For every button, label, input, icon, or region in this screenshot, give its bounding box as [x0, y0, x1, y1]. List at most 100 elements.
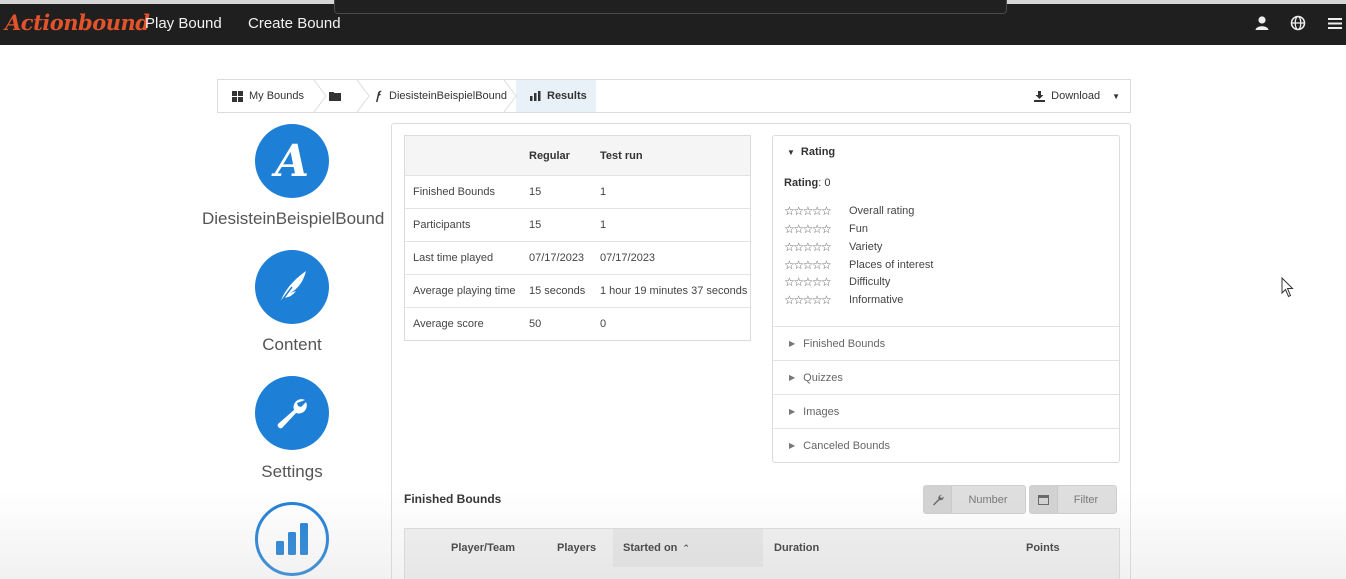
breadcrumb-folder[interactable] [329, 80, 347, 112]
sidebar-settings-button[interactable] [255, 376, 329, 450]
rating-row-places: ☆☆☆☆☆ Places of interest [784, 257, 933, 273]
caret-down-icon: ▼ [1112, 91, 1120, 101]
star-rating[interactable]: ☆☆☆☆☆ [784, 293, 842, 307]
table-row: Finished Bounds 15 1 [405, 175, 750, 208]
sidebar-settings-label: Settings [261, 462, 323, 481]
stats-table: Regular Test run Finished Bounds 15 1 Pa… [404, 135, 751, 341]
wrench-icon [277, 399, 307, 429]
caret-down-icon: ▼ [787, 147, 795, 157]
rating-row-variety: ☆☆☆☆☆ Variety [784, 239, 882, 255]
stats-regular: 15 [529, 219, 542, 231]
star-rating[interactable]: ☆☆☆☆☆ [784, 258, 842, 272]
accordion-quizzes[interactable]: ▶ Quizzes [773, 360, 1119, 394]
column-duration[interactable]: Duration [774, 529, 819, 567]
accordion-finished-bounds[interactable]: ▶ Finished Bounds [773, 326, 1119, 360]
star-rating[interactable]: ☆☆☆☆☆ [784, 240, 842, 254]
wrench-icon [924, 486, 952, 513]
stats-testrun: 1 [600, 219, 607, 231]
stats-regular: 07/17/2023 [529, 252, 585, 264]
breadcrumb: My Bounds DiesisteinBeispielBound Result… [217, 79, 1131, 113]
accordion-label: Finished Bounds [803, 337, 886, 350]
stats-regular: 50 [529, 318, 542, 330]
top-navbar: Actionbound Play Bound Create Bound [0, 0, 1346, 45]
bar-chart-icon [276, 523, 308, 555]
table-row: Participants 15 1 [405, 208, 750, 241]
sort-ascending-icon: ⌃ [682, 542, 690, 553]
table-row: Average score 50 0 [405, 307, 750, 340]
rating-row-overall: ☆☆☆☆☆ Overall rating [784, 203, 914, 219]
column-label: Started on [623, 542, 678, 554]
download-icon [1034, 90, 1046, 102]
star-rating[interactable]: ☆☆☆☆☆ [784, 204, 842, 218]
accordion-label: Canceled Bounds [803, 439, 890, 452]
caret-right-icon: ▶ [789, 407, 796, 416]
column-player-team[interactable]: Player/Team [451, 529, 515, 567]
sidebar-content-button[interactable] [255, 250, 329, 324]
stats-label: Average playing time [413, 285, 516, 297]
rating-toggle[interactable]: ▼ Rating [787, 146, 835, 158]
stats-testrun: 1 [600, 186, 607, 198]
grid-icon [232, 90, 243, 102]
rating-row-difficulty: ☆☆☆☆☆ Difficulty [784, 274, 890, 290]
breadcrumb-my-bounds[interactable]: My Bounds [232, 80, 304, 112]
finished-bounds-table: Player/Team Players Started on ⌃ Duratio… [404, 528, 1120, 579]
star-rating[interactable]: ☆☆☆☆☆ [784, 275, 842, 289]
menu-icon[interactable] [1326, 14, 1344, 32]
rating-category: Variety [849, 241, 883, 253]
rating-category: Overall rating [849, 205, 915, 217]
stats-testrun: 1 hour 19 minutes 37 seconds [600, 285, 748, 297]
breadcrumb-label: DiesisteinBeispielBound [389, 90, 508, 102]
breadcrumb-separator [313, 80, 327, 112]
nav-create-bound[interactable]: Create Bound [248, 15, 341, 32]
number-button[interactable]: Number [923, 485, 1026, 514]
table-row: Average playing time 15 seconds 1 hour 1… [405, 274, 750, 307]
rating-category: Informative [849, 294, 904, 306]
filter-label: Filter [1073, 493, 1099, 506]
breadcrumb-separator [503, 80, 517, 112]
column-points[interactable]: Points [1026, 529, 1060, 567]
mouse-cursor-icon [1281, 276, 1295, 303]
rating-category: Difficulty [849, 276, 891, 288]
stats-regular: 15 seconds [529, 285, 586, 297]
stats-header: Test run [600, 149, 643, 162]
globe-icon[interactable] [1289, 14, 1307, 32]
caret-right-icon: ▶ [789, 373, 796, 382]
stats-header: Regular [529, 149, 570, 162]
caret-right-icon: ▶ [789, 441, 796, 450]
breadcrumb-results[interactable]: Results [516, 80, 596, 112]
bound-avatar[interactable]: A [255, 124, 329, 198]
rating-row-informative: ☆☆☆☆☆ Informative [784, 292, 903, 308]
rating-category: Fun [849, 223, 868, 235]
stats-label: Last time played [413, 252, 494, 264]
breadcrumb-bound[interactable]: DiesisteinBeispielBound [373, 80, 507, 112]
rating-value: Rating: 0 [784, 177, 831, 189]
table-row: Last time played 07/17/2023 07/17/2023 [405, 241, 750, 274]
rating-title: Rating [800, 146, 836, 158]
accordion-label: Quizzes [803, 371, 843, 384]
column-players[interactable]: Players [557, 529, 596, 567]
column-started-on[interactable]: Started on ⌃ [613, 529, 763, 567]
bar-chart-icon [530, 91, 541, 101]
stats-header-row: Regular Test run [405, 136, 750, 175]
stats-testrun: 07/17/2023 [600, 252, 656, 264]
nav-play-bound[interactable]: Play Bound [145, 15, 222, 32]
filter-button[interactable]: Filter [1029, 485, 1117, 514]
sidebar-content-label: Content [262, 335, 322, 354]
stats-label: Participants [413, 219, 471, 231]
sidebar-results-button[interactable] [255, 502, 329, 576]
stats-label: Finished Bounds [413, 186, 495, 198]
breadcrumb-separator [356, 80, 370, 112]
finished-bounds-title: Finished Bounds [404, 492, 502, 506]
folder-icon [329, 92, 341, 101]
accordion-canceled-bounds[interactable]: ▶ Canceled Bounds [773, 428, 1119, 462]
actionbound-logo[interactable]: Actionbound [5, 10, 150, 35]
stats-regular: 15 [529, 186, 542, 198]
user-icon[interactable] [1253, 14, 1271, 32]
star-rating[interactable]: ☆☆☆☆☆ [784, 222, 842, 236]
stats-testrun: 0 [600, 318, 607, 330]
download-button[interactable]: Download ▼ [1034, 80, 1120, 112]
download-label: Download [1051, 90, 1101, 102]
search-overlay[interactable] [334, 0, 1007, 14]
rating-category: Places of interest [849, 259, 934, 271]
accordion-images[interactable]: ▶ Images [773, 394, 1119, 428]
